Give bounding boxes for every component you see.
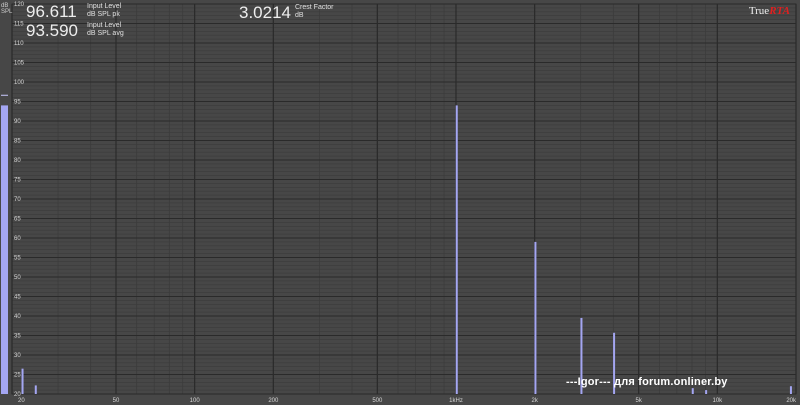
crest-factor-label: Crest Factor dB [295,4,334,20]
y-tick-label: 60 [14,236,21,242]
level-meter-bar [1,105,8,395]
logo-true: True [748,5,770,17]
spl-avg-label: Input Level dB SPL avg [87,22,124,38]
y-tick-label: 105 [14,61,25,67]
spectrum-bar [705,390,708,394]
y-tick-label: 45 [14,295,21,301]
x-tick-label: 2k [531,398,538,404]
x-tick-label: 200 [268,398,279,404]
x-tick-label: 1kHz [449,398,463,404]
y-tick-label: 30 [14,353,21,359]
crest-factor-value: 3.0214 [239,3,291,22]
x-tick-label: 10k [712,398,723,404]
y-tick-label: 80 [14,158,21,164]
crest-factor-label-line1: Crest Factor [295,4,334,11]
y-tick-label: 65 [14,217,21,223]
spectrum-bar [455,105,458,395]
spl-peak-label: Input Level dB SPL pk [87,3,121,19]
y-tick-label: 35 [14,334,21,340]
spectrum-bar [691,388,694,394]
y-tick-label: 50 [14,275,21,281]
y-tick-label: 100 [14,80,25,86]
y-axis-label: dB SPL [1,3,13,15]
y-tick-label: 55 [14,256,21,262]
truerta-logo: TrueRTA [749,5,790,17]
y-tick-label: 95 [14,100,21,106]
spl-peak-value: 96.611 [26,2,77,21]
logo-rta: RTA [769,5,790,17]
x-tick-label: 100 [190,398,201,404]
spl-avg-label-line1: Input Level [87,22,122,29]
y-tick-label: 90 [14,119,21,125]
spl-avg-value: 93.590 [26,21,78,40]
spectrum-bar [21,368,24,394]
forum-watermark: ---Igor--- для forum.onliner.by [566,376,728,388]
y-tick-label: 110 [14,41,24,47]
spectrum-bar [789,386,792,394]
spectrum-bar [534,241,537,394]
x-tick-label: 50 [113,398,120,404]
x-tick-label: 5k [635,398,642,404]
x-tick-label: 500 [372,398,383,404]
y-tick-label: 70 [14,197,21,203]
crest-factor-label-line2: dB [295,12,304,19]
y-tick-label: 75 [14,178,21,184]
y-tick-label: 120 [14,2,25,8]
y-tick-label: 85 [14,139,21,145]
rta-spectrum-chart: 20 25 30 35 40 45 50 55 60 65 70 75 80 85 90 95 100 105 11… [1,2,797,404]
y-tick-label: 40 [14,314,21,320]
y-tick-label: 25 [14,373,21,379]
spectrum-bar [34,385,37,394]
spl-avg-label-line2: dB SPL avg [87,30,124,37]
x-tick-label: 20 [18,398,25,404]
x-tick-label: 20k [786,398,797,404]
y-tick-label: 115 [14,22,24,28]
spl-peak-label-line2: dB SPL pk [87,11,120,18]
spl-peak-label-line1: Input Level [87,3,122,10]
